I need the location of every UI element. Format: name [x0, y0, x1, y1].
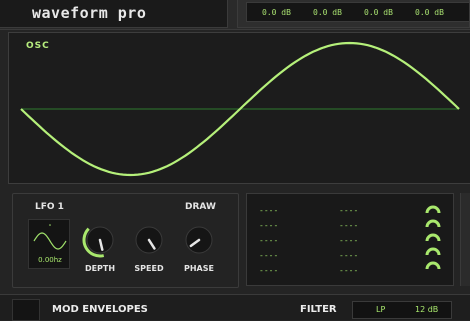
osc-display[interactable]: OSC [8, 32, 470, 184]
mod-readout-a1: ---- [259, 206, 279, 215]
mod-readout-b3: ---- [339, 236, 359, 245]
right-edge-panel [460, 193, 470, 286]
mod-readout-a5: ---- [259, 266, 279, 275]
mod-envelopes-title: MOD ENVELOPES [52, 304, 148, 315]
mod-readout-panel: ---- ---- ---- ---- ---- ---- ---- ---- … [246, 193, 454, 286]
meter-value-2: 0.0 dB [313, 8, 342, 17]
bottom-bar: MOD ENVELOPES FILTER LP 12 dB [0, 294, 470, 321]
filter-title: FILTER [300, 304, 337, 315]
phase-knob[interactable] [181, 222, 217, 258]
speed-knob[interactable] [131, 222, 167, 258]
mod-readout-a3: ---- [259, 236, 279, 245]
depth-knob[interactable] [82, 222, 118, 258]
mod-readout-b4: ---- [339, 251, 359, 260]
level-meter-strip: 0.0 dB 0.0 dB 0.0 dB 0.0 dB [246, 2, 470, 22]
lfo-rate-value: 0.00hz [38, 256, 62, 264]
lfo-panel: LFO 1 DRAW 0.00hz DEPTH SPEED PHASE [12, 193, 239, 288]
mod-readout-b2: ---- [339, 221, 359, 230]
phase-label: PHASE [184, 264, 214, 273]
meter-value-3: 0.0 dB [364, 8, 393, 17]
meter-value-1: 0.0 dB [262, 8, 291, 17]
title-box: waveform pro [0, 0, 228, 28]
lfo-shape-display[interactable]: 0.00hz [28, 219, 70, 269]
filter-type-value: LP [376, 305, 386, 314]
osc-label: OSC [26, 41, 50, 51]
speed-label: SPEED [134, 264, 164, 273]
app-title: waveform pro [32, 4, 147, 22]
mod-envelope-slot[interactable] [12, 299, 40, 321]
mod-amount-arc-icons[interactable] [423, 201, 443, 281]
meter-value-4: 0.0 dB [415, 8, 444, 17]
mod-readout-a2: ---- [259, 221, 279, 230]
draw-button[interactable]: DRAW [185, 202, 216, 212]
filter-selector[interactable]: LP 12 dB [352, 301, 452, 319]
lfo-title: LFO 1 [35, 202, 64, 212]
depth-label: DEPTH [84, 264, 116, 273]
mod-readout-b5: ---- [339, 266, 359, 275]
osc-waveform-graph [20, 41, 460, 177]
mod-readout-b1: ---- [339, 206, 359, 215]
lfo-sine-icon [33, 224, 67, 250]
filter-slope-value: 12 dB [415, 305, 439, 314]
mod-readout-a4: ---- [259, 251, 279, 260]
